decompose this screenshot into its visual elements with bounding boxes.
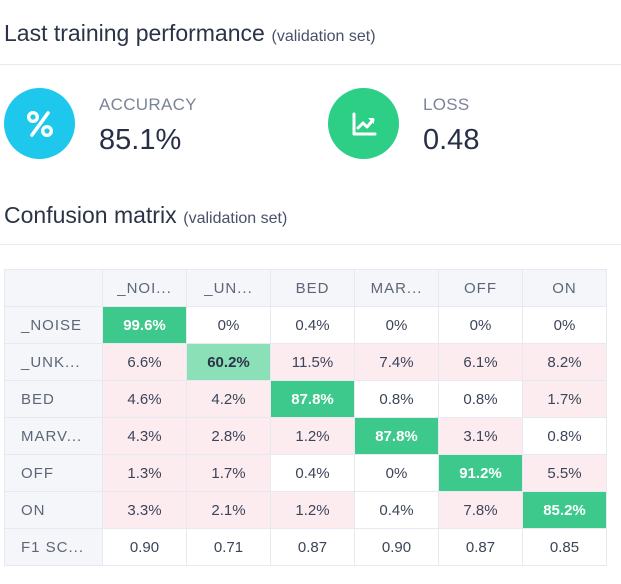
accuracy-value: 85.1%	[99, 124, 182, 156]
matrix-cell: 1.3%	[102, 454, 187, 492]
matrix-cell: 0.4%	[270, 306, 355, 344]
matrix-cell: 8.2%	[522, 343, 607, 381]
f1-cell: 0.85	[522, 528, 607, 566]
accuracy-label: ACCURACY	[99, 95, 197, 114]
matrix-cell: 2.1%	[186, 491, 271, 529]
loss-label: LOSS	[423, 95, 470, 114]
confusion-title-text: Confusion matrix	[4, 202, 177, 228]
column-header: ON	[522, 269, 607, 307]
f1-cell: 0.87	[270, 528, 355, 566]
matrix-cell: 2.8%	[186, 417, 271, 455]
matrix-cell: 0%	[438, 306, 523, 344]
matrix-cell: 5.5%	[522, 454, 607, 492]
matrix-cell: 0%	[354, 306, 439, 344]
matrix-cell: 11.5%	[270, 343, 355, 381]
table-row: _NOISE 99.6% 0% 0.4% 0% 0% 0%	[4, 306, 607, 344]
matrix-cell: 0.4%	[270, 454, 355, 492]
row-header: BED	[4, 380, 103, 418]
matrix-cell: 87.8%	[270, 380, 355, 418]
matrix-cell: 91.2%	[438, 454, 523, 492]
f1-cell: 0.90	[354, 528, 439, 566]
matrix-cell: 0%	[522, 306, 607, 344]
table-row: OFF 1.3% 1.7% 0.4% 0% 91.2% 5.5%	[4, 454, 607, 492]
row-header: F1 SC...	[4, 528, 103, 566]
percent-icon	[4, 88, 75, 159]
table-header-row: _NOI... _UN... BED MAR... OFF ON	[4, 269, 607, 307]
column-header: BED	[270, 269, 355, 307]
row-header: ON	[4, 491, 103, 529]
column-header: _UN...	[186, 269, 271, 307]
row-header: OFF	[4, 454, 103, 492]
matrix-cell: 1.2%	[270, 491, 355, 529]
matrix-cell: 7.4%	[354, 343, 439, 381]
divider	[0, 64, 621, 65]
column-header: MAR...	[354, 269, 439, 307]
matrix-cell: 3.3%	[102, 491, 187, 529]
row-header: _UNK...	[4, 343, 103, 381]
performance-subtitle: (validation set)	[271, 28, 376, 45]
matrix-cell: 0.8%	[354, 380, 439, 418]
row-header: MARV...	[4, 417, 103, 455]
matrix-cell: 7.8%	[438, 491, 523, 529]
confusion-matrix-table: _NOI... _UN... BED MAR... OFF ON _NOISE …	[4, 269, 607, 566]
confusion-subtitle: (validation set)	[183, 210, 288, 227]
matrix-cell: 87.8%	[354, 417, 439, 455]
matrix-cell: 4.6%	[102, 380, 187, 418]
column-header: OFF	[438, 269, 523, 307]
matrix-cell: 4.2%	[186, 380, 271, 418]
table-row: MARV... 4.3% 2.8% 1.2% 87.8% 3.1% 0.8%	[4, 417, 607, 455]
f1-cell: 0.71	[186, 528, 271, 566]
f1-cell: 0.87	[438, 528, 523, 566]
matrix-cell: 85.2%	[522, 491, 607, 529]
table-row: ON 3.3% 2.1% 1.2% 0.4% 7.8% 85.2%	[4, 491, 607, 529]
matrix-cell: 6.1%	[438, 343, 523, 381]
loss-value: 0.48	[423, 124, 480, 156]
table-row: _UNK... 6.6% 60.2% 11.5% 7.4% 6.1% 8.2%	[4, 343, 607, 381]
matrix-cell: 0.8%	[522, 417, 607, 455]
matrix-cell: 1.2%	[270, 417, 355, 455]
f1-cell: 0.90	[102, 528, 187, 566]
f1-score-row: F1 SC... 0.90 0.71 0.87 0.90 0.87 0.85	[4, 528, 607, 566]
matrix-cell: 0.8%	[438, 380, 523, 418]
matrix-cell: 3.1%	[438, 417, 523, 455]
matrix-cell: 0%	[186, 306, 271, 344]
confusion-title: Confusion matrix (validation set)	[4, 202, 287, 230]
divider	[0, 244, 621, 245]
corner-cell	[4, 269, 103, 307]
matrix-cell: 99.6%	[102, 306, 187, 344]
matrix-cell: 0.4%	[354, 491, 439, 529]
matrix-cell: 1.7%	[522, 380, 607, 418]
performance-title-text: Last training performance	[4, 20, 265, 46]
matrix-cell: 0%	[354, 454, 439, 492]
matrix-cell: 1.7%	[186, 454, 271, 492]
column-header: _NOI...	[102, 269, 187, 307]
performance-title: Last training performance (validation se…	[4, 20, 376, 48]
matrix-cell: 6.6%	[102, 343, 187, 381]
matrix-cell: 4.3%	[102, 417, 187, 455]
matrix-cell: 60.2%	[186, 343, 271, 381]
table-row: BED 4.6% 4.2% 87.8% 0.8% 0.8% 1.7%	[4, 380, 607, 418]
row-header: _NOISE	[4, 306, 103, 344]
trending-up-chart-icon	[328, 88, 399, 159]
